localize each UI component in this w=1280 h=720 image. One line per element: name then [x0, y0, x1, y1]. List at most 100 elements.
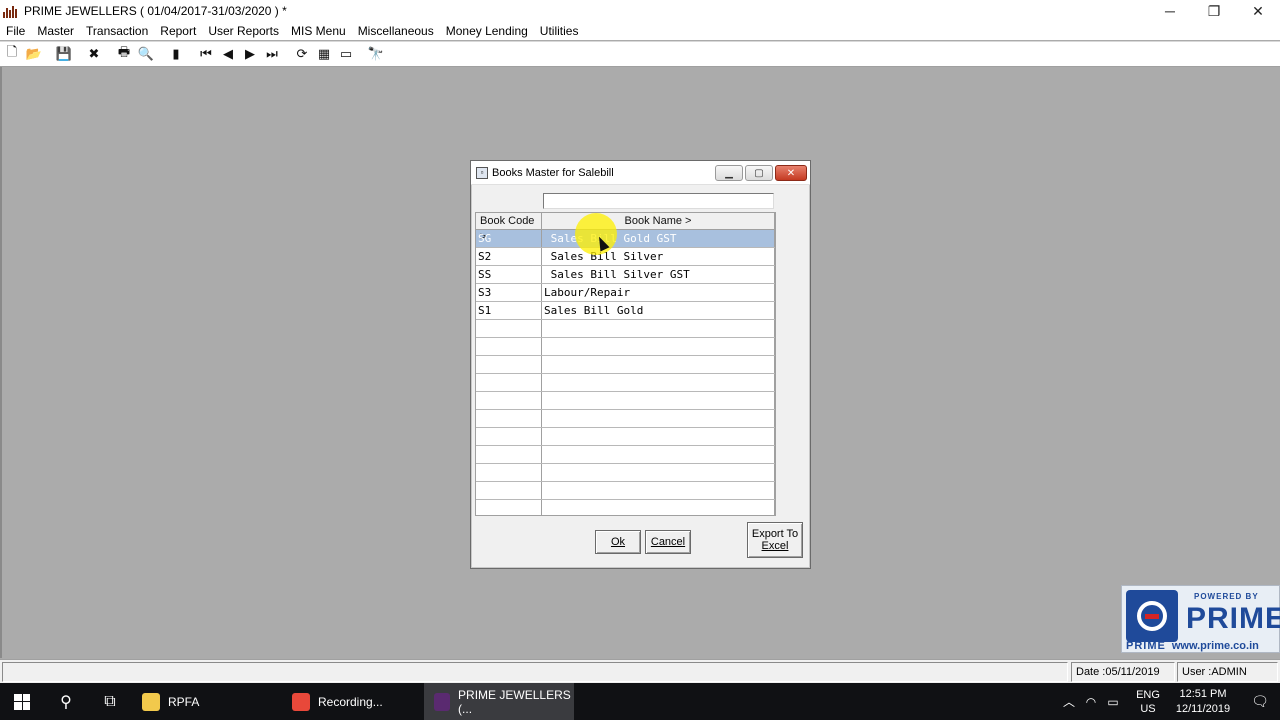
- open-icon[interactable]: 📂: [23, 43, 45, 65]
- windows-logo-icon: [14, 693, 30, 710]
- dialog-title: Books Master for Salebill: [492, 166, 614, 179]
- cell-book-code: SS: [476, 266, 542, 283]
- menu-utilities[interactable]: Utilities: [534, 22, 585, 40]
- battery-icon[interactable]: ▭: [1102, 695, 1124, 709]
- menu-mis-menu[interactable]: MIS Menu: [285, 22, 352, 40]
- dialog-close-button[interactable]: ✕: [775, 165, 807, 181]
- export-button-label: Export To Excel: [749, 527, 801, 553]
- wifi-icon[interactable]: ◠: [1080, 695, 1102, 709]
- cell-book-name: [542, 464, 775, 481]
- cell-book-name: [542, 374, 775, 391]
- table-row[interactable]: S2 Sales Bill Silver: [476, 248, 775, 266]
- grid-body: SG Sales Bill Gold GSTS2 Sales Bill Silv…: [476, 230, 775, 515]
- input-language[interactable]: ENG US: [1130, 688, 1166, 716]
- print-preview-icon[interactable]: 🔍: [135, 43, 157, 65]
- taskbar-item-label: PRIME JEWELLERS (...: [458, 687, 571, 716]
- cell-book-code: SG: [476, 230, 542, 247]
- restore-button[interactable]: ❐: [1192, 0, 1236, 22]
- table-row-empty[interactable]: [476, 410, 775, 428]
- app-icon: [3, 4, 19, 18]
- screen-icon[interactable]: ▭: [335, 43, 357, 65]
- search-icon[interactable]: ⚲: [44, 683, 88, 720]
- cancel-button[interactable]: Cancel: [645, 530, 691, 554]
- table-row-empty[interactable]: [476, 464, 775, 482]
- prime-logo: POWERED BY PRIME PRIME www.prime.co.in: [1121, 585, 1280, 653]
- cell-book-name: [542, 446, 775, 463]
- cell-book-code: [476, 464, 542, 481]
- cell-book-code: S2: [476, 248, 542, 265]
- column-header-book-code[interactable]: Book Code >: [476, 213, 542, 243]
- dialog-minimize-button[interactable]: ▁: [715, 165, 743, 181]
- table-row-empty[interactable]: [476, 446, 775, 464]
- dialog-maximize-button[interactable]: ▢: [745, 165, 773, 181]
- logo-url: www.prime.co.in: [1171, 640, 1259, 652]
- dialog-title-bar[interactable]: ▫ Books Master for Salebill ▁ ▢ ✕: [471, 161, 810, 185]
- print-icon[interactable]: 🖶: [113, 43, 135, 65]
- status-user: User :ADMIN: [1177, 662, 1278, 682]
- table-row-empty[interactable]: [476, 320, 775, 338]
- table-row-empty[interactable]: [476, 392, 775, 410]
- prime-logo-mark-icon: [1126, 590, 1178, 642]
- menu-miscellaneous[interactable]: Miscellaneous: [352, 22, 440, 40]
- minimize-button[interactable]: ─: [1148, 0, 1192, 22]
- cell-book-name: [542, 320, 775, 337]
- menu-report[interactable]: Report: [154, 22, 202, 40]
- new-icon[interactable]: 🗋: [1, 43, 23, 65]
- taskbar-item-label: Recording...: [318, 694, 383, 709]
- menu-master[interactable]: Master: [31, 22, 80, 40]
- cell-book-code: [476, 320, 542, 337]
- menu-transaction[interactable]: Transaction: [80, 22, 154, 40]
- delete-icon[interactable]: ✖: [83, 43, 105, 65]
- notifications-icon[interactable]: 🗨: [1240, 693, 1280, 710]
- next-record-icon[interactable]: ▶: [239, 43, 261, 65]
- menu-file[interactable]: File: [0, 22, 31, 40]
- cell-book-name: Sales Bill Gold: [542, 302, 775, 319]
- export-to-excel-button[interactable]: Export To Excel: [747, 522, 803, 558]
- previous-record-icon[interactable]: ◀: [217, 43, 239, 65]
- exit-icon[interactable]: ▮: [165, 43, 187, 65]
- table-row-empty[interactable]: [476, 428, 775, 446]
- logo-powered-by: POWERED BY: [1194, 592, 1259, 601]
- cell-book-name: [542, 392, 775, 409]
- taskbar-item-label: RPFA: [168, 694, 200, 709]
- search-input[interactable]: [543, 193, 774, 209]
- cursor-highlight: [575, 213, 617, 255]
- toolbar: 🗋 📂 💾 ✖ 🖶 🔍 ▮ ⏮ ◀ ▶ ⏭ ⟳ ▦ ▭ 🔭: [0, 41, 1280, 67]
- logo-url-line: PRIME www.prime.co.in: [1126, 640, 1259, 652]
- cancel-button-label: Cancel: [650, 536, 686, 548]
- menu-money-lending[interactable]: Money Lending: [440, 22, 534, 40]
- table-row-empty[interactable]: [476, 500, 775, 515]
- taskbar-item-rpfa[interactable]: RPFA: [132, 683, 282, 720]
- ok-button-label: Ok: [610, 536, 626, 548]
- show-hidden-icons-icon[interactable]: ︿: [1058, 693, 1080, 710]
- table-row-empty[interactable]: [476, 482, 775, 500]
- cell-book-code: [476, 500, 542, 515]
- close-button[interactable]: ✕: [1236, 0, 1280, 22]
- find-icon[interactable]: 🔭: [365, 43, 387, 65]
- ok-button[interactable]: Ok: [595, 530, 641, 554]
- first-record-icon[interactable]: ⏮: [195, 43, 217, 65]
- table-row[interactable]: S1 Sales Bill Gold: [476, 302, 775, 320]
- taskbar-item-prime[interactable]: PRIME JEWELLERS (...: [424, 683, 574, 720]
- table-row[interactable]: S3 Labour/Repair: [476, 284, 775, 302]
- status-main: [2, 662, 1068, 682]
- table-row-empty[interactable]: [476, 338, 775, 356]
- cell-book-code: [476, 428, 542, 445]
- dialog-window-icon: ▫: [476, 166, 488, 179]
- save-icon[interactable]: 💾: [53, 43, 75, 65]
- clock[interactable]: 12:51 PM 12/11/2019: [1166, 687, 1240, 717]
- taskbar-item-recording[interactable]: Recording...: [282, 683, 424, 720]
- cell-book-name: [542, 482, 775, 499]
- table-row-empty[interactable]: [476, 356, 775, 374]
- table-row[interactable]: SS Sales Bill Silver GST: [476, 266, 775, 284]
- menu-user-reports[interactable]: User Reports: [202, 22, 285, 40]
- start-button[interactable]: [0, 683, 44, 720]
- table-row-empty[interactable]: [476, 374, 775, 392]
- task-view-icon[interactable]: ⧉: [88, 683, 132, 720]
- recorder-icon: [292, 692, 310, 711]
- table-row[interactable]: SG Sales Bill Gold GST: [476, 230, 775, 248]
- last-record-icon[interactable]: ⏭: [261, 43, 283, 65]
- calculator-icon[interactable]: ▦: [313, 43, 335, 65]
- refresh-icon[interactable]: ⟳: [291, 43, 313, 65]
- cell-book-name: Labour/Repair: [542, 284, 775, 301]
